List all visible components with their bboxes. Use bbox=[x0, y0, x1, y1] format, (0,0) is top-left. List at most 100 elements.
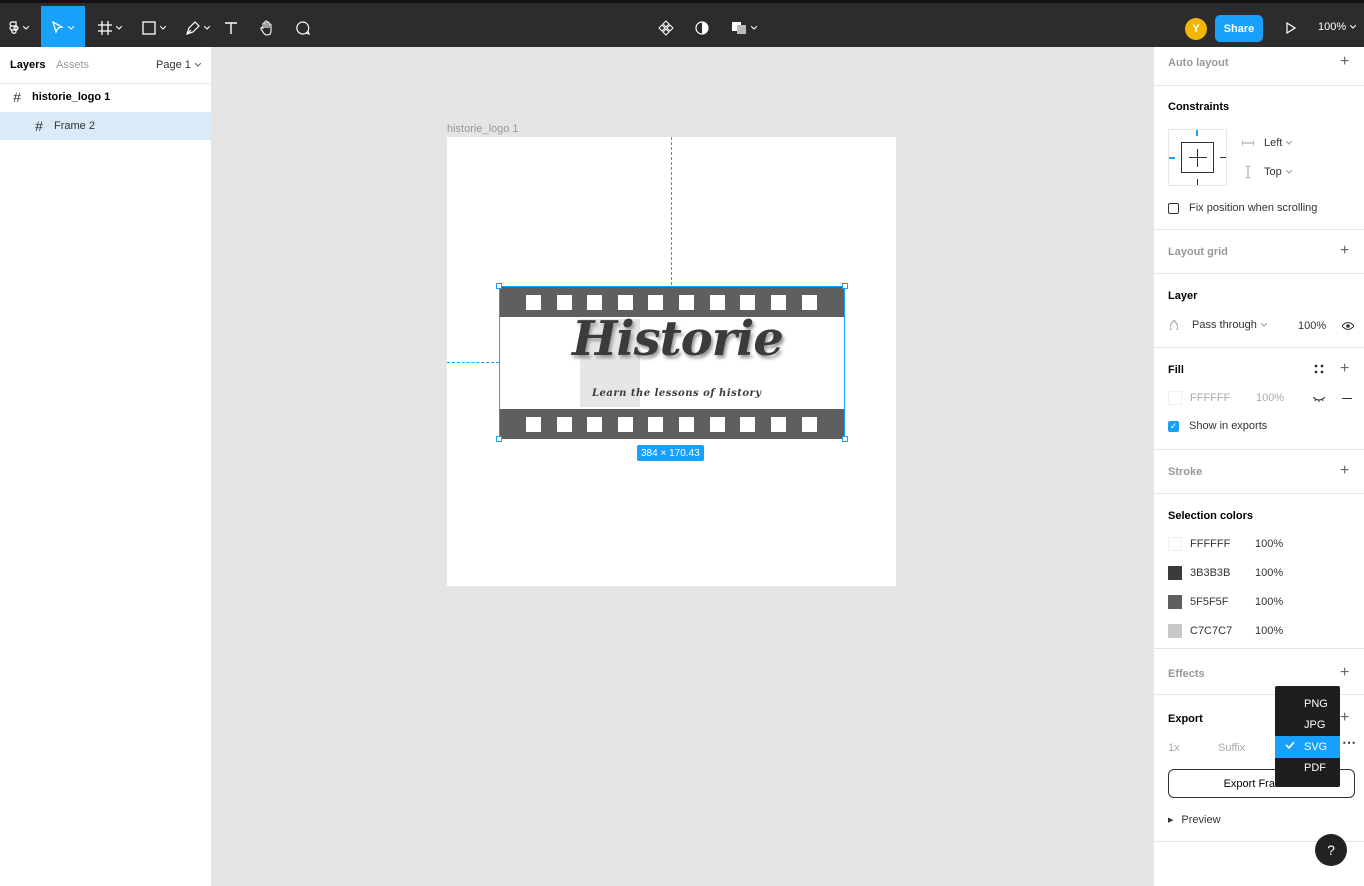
main-menu-button[interactable] bbox=[0, 6, 38, 50]
section-title: Effects bbox=[1168, 668, 1205, 680]
color-hex[interactable]: 5F5F5F bbox=[1190, 596, 1229, 608]
logo-tagline: Learn the lessons of history bbox=[592, 388, 762, 399]
component-icon bbox=[658, 20, 674, 36]
blend-mode-dropdown[interactable]: Pass through bbox=[1168, 319, 1267, 331]
fix-position-row[interactable]: Fix position when scrolling bbox=[1168, 202, 1317, 214]
move-tool-button[interactable] bbox=[41, 6, 85, 50]
selection-color-row[interactable]: C7C7C7 100% bbox=[1168, 624, 1283, 638]
components-button[interactable] bbox=[656, 6, 676, 50]
fix-position-label: Fix position when scrolling bbox=[1189, 202, 1318, 214]
vertical-constraint-value: Top bbox=[1264, 166, 1282, 178]
vertical-constraint-dropdown[interactable]: Top bbox=[1242, 166, 1292, 178]
fill-opacity[interactable]: 100% bbox=[1256, 392, 1284, 404]
color-opacity[interactable]: 100% bbox=[1255, 625, 1283, 637]
frame-label[interactable]: historie_logo 1 bbox=[447, 123, 519, 135]
blend-mode-value: Pass through bbox=[1192, 319, 1257, 331]
selection-color-row[interactable]: 5F5F5F 100% bbox=[1168, 595, 1283, 609]
remove-fill-button[interactable] bbox=[1342, 398, 1352, 399]
add-auto-layout-button[interactable]: + bbox=[1340, 54, 1349, 70]
style-grid-icon[interactable] bbox=[1314, 364, 1324, 374]
fill-hex[interactable]: FFFFFF bbox=[1190, 392, 1230, 404]
film-hole bbox=[648, 417, 663, 432]
color-swatch[interactable] bbox=[1168, 624, 1182, 638]
format-option-png[interactable]: PNG bbox=[1275, 693, 1340, 715]
add-fill-button[interactable]: + bbox=[1340, 361, 1349, 377]
export-suffix-input[interactable]: Suffix bbox=[1218, 742, 1245, 754]
pen-tool-button[interactable] bbox=[178, 6, 218, 50]
tab-assets[interactable]: Assets bbox=[56, 59, 89, 71]
layer-item-historie-logo[interactable]: # historie_logo 1 bbox=[0, 83, 212, 111]
logo-title: Historie bbox=[572, 311, 784, 367]
auto-layout-section: Auto layout + bbox=[1154, 47, 1364, 86]
constraint-inner-box bbox=[1181, 142, 1214, 173]
film-hole bbox=[740, 417, 755, 432]
film-hole bbox=[679, 417, 694, 432]
share-button[interactable]: Share bbox=[1215, 15, 1263, 42]
color-swatch[interactable] bbox=[1168, 537, 1182, 551]
resize-handle-sw[interactable] bbox=[496, 436, 502, 442]
fill-section: Fill + FFFFFF 100% ✓ Show in exports bbox=[1154, 348, 1364, 450]
fix-position-checkbox[interactable] bbox=[1168, 202, 1179, 214]
hidden-eye-icon[interactable] bbox=[1313, 396, 1325, 402]
resize-handle-ne[interactable] bbox=[842, 283, 848, 289]
present-button[interactable] bbox=[1282, 6, 1300, 50]
color-opacity[interactable]: 100% bbox=[1255, 567, 1283, 579]
hand-tool-button[interactable] bbox=[256, 6, 278, 50]
format-option-pdf[interactable]: PDF bbox=[1275, 758, 1340, 780]
color-swatch[interactable] bbox=[1168, 566, 1182, 580]
selection-color-row[interactable]: 3B3B3B 100% bbox=[1168, 566, 1283, 580]
help-button[interactable]: ? bbox=[1315, 834, 1347, 866]
color-hex[interactable]: 3B3B3B bbox=[1190, 567, 1230, 579]
add-stroke-button[interactable]: + bbox=[1340, 463, 1349, 479]
selected-frame-2[interactable]: Historie Learn the lessons of history bbox=[496, 283, 848, 442]
shape-tool-button[interactable] bbox=[134, 6, 174, 50]
film-hole bbox=[526, 295, 541, 310]
fill-row[interactable]: FFFFFF 100% bbox=[1168, 391, 1284, 405]
export-scale[interactable]: 1x bbox=[1168, 742, 1180, 754]
color-swatch[interactable] bbox=[1168, 595, 1182, 609]
tab-layers[interactable]: Layers bbox=[10, 59, 45, 71]
eye-icon[interactable] bbox=[1342, 322, 1354, 330]
chevron-down-icon bbox=[204, 26, 210, 30]
film-hole bbox=[587, 417, 602, 432]
comment-tool-button[interactable] bbox=[292, 6, 314, 50]
section-title: Export bbox=[1168, 713, 1203, 725]
format-label: PDF bbox=[1304, 762, 1326, 775]
zoom-dropdown[interactable]: 100% bbox=[1318, 21, 1357, 33]
color-opacity[interactable]: 100% bbox=[1255, 596, 1283, 608]
film-hole bbox=[802, 417, 817, 432]
constraint-widget[interactable] bbox=[1168, 129, 1227, 186]
stroke-section: Stroke + bbox=[1154, 450, 1364, 494]
format-option-svg[interactable]: SVG bbox=[1275, 736, 1340, 758]
layer-item-frame-2[interactable]: # Frame 2 bbox=[0, 112, 212, 140]
horizontal-constraint-dropdown[interactable]: Left bbox=[1242, 137, 1293, 149]
text-tool-button[interactable] bbox=[220, 6, 242, 50]
more-options-icon[interactable]: ⋯ bbox=[1342, 734, 1356, 751]
resize-handle-se[interactable] bbox=[842, 436, 848, 442]
show-in-exports-row[interactable]: ✓ Show in exports bbox=[1168, 420, 1267, 432]
constraint-right-indicator[interactable] bbox=[1220, 157, 1226, 158]
frame-tool-button[interactable] bbox=[90, 6, 130, 50]
fill-swatch[interactable] bbox=[1168, 391, 1182, 405]
show-in-exports-checkbox[interactable]: ✓ bbox=[1168, 420, 1179, 432]
constraint-bottom-indicator[interactable] bbox=[1197, 179, 1198, 185]
theme-button[interactable] bbox=[692, 6, 712, 50]
resize-handle-nw[interactable] bbox=[496, 283, 502, 289]
color-opacity[interactable]: 100% bbox=[1255, 538, 1283, 550]
page-selector[interactable]: Page 1 bbox=[156, 59, 201, 71]
selection-color-row[interactable]: FFFFFF 100% bbox=[1168, 537, 1283, 551]
format-option-jpg[interactable]: JPG bbox=[1275, 715, 1340, 737]
preview-toggle[interactable]: ▶ Preview bbox=[1168, 814, 1221, 826]
add-effect-button[interactable]: + bbox=[1340, 665, 1349, 681]
constraint-left-indicator[interactable] bbox=[1169, 157, 1175, 159]
boolean-ops-button[interactable] bbox=[728, 6, 760, 50]
chevron-down-icon bbox=[68, 26, 74, 30]
add-export-button[interactable]: + bbox=[1340, 710, 1349, 726]
panel-tabs: Layers Assets Page 1 bbox=[0, 47, 211, 84]
user-avatar[interactable]: Y bbox=[1185, 18, 1207, 40]
add-layout-grid-button[interactable]: + bbox=[1340, 243, 1349, 259]
color-hex[interactable]: FFFFFF bbox=[1190, 538, 1230, 550]
color-hex[interactable]: C7C7C7 bbox=[1190, 625, 1232, 637]
constraint-top-indicator[interactable] bbox=[1196, 130, 1198, 136]
layer-opacity[interactable]: 100% bbox=[1298, 320, 1326, 332]
